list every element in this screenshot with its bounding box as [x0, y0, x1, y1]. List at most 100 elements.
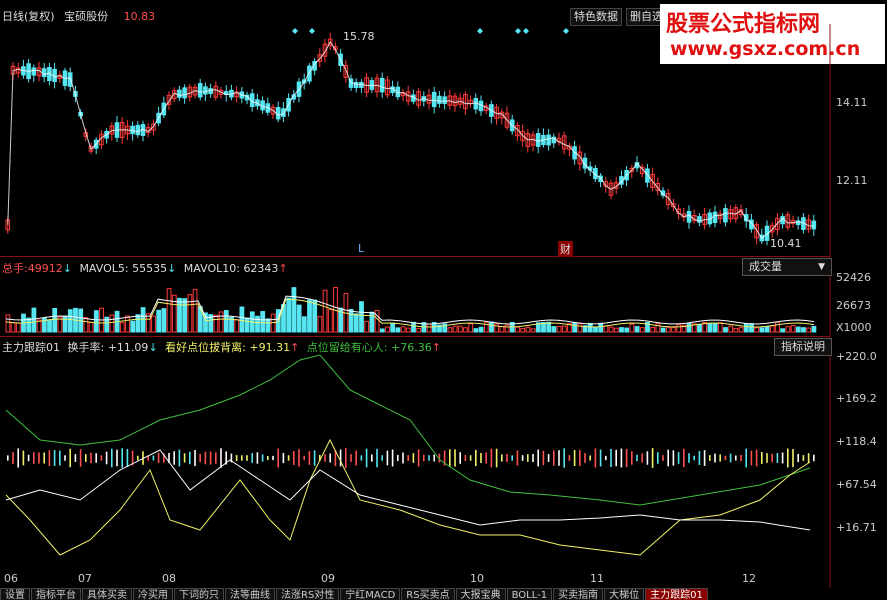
volume-bar — [754, 327, 760, 333]
volume-indicator-dropdown[interactable]: 成交量 ▼ — [742, 258, 832, 276]
mavol10-line — [5, 298, 815, 328]
indicator-tick-bar — [490, 448, 493, 468]
candle-body — [177, 89, 182, 98]
indicator-tick-bar — [215, 452, 217, 464]
volume-tick-1: 52426 — [836, 271, 871, 284]
volume-bar — [260, 311, 266, 333]
tab-rs-points[interactable]: RS买卖点 — [401, 588, 455, 600]
indicator-tick-bar — [402, 452, 404, 464]
volume-bar — [613, 327, 619, 333]
volume-bar — [707, 322, 713, 333]
tab-guide[interactable]: 买卖指南 — [553, 588, 604, 600]
candle-body — [379, 77, 385, 93]
indicator-tick-bar — [651, 448, 654, 468]
retention-label: 点位留给有心人: — [306, 341, 388, 354]
indicator-help-button[interactable]: 指标说明 — [774, 338, 832, 356]
indicator-tick-bar — [360, 455, 363, 461]
tab-trading[interactable]: 具体买卖 — [82, 588, 132, 600]
indicator-tick-bar — [121, 448, 123, 468]
indicator-tick-bar — [771, 453, 773, 463]
retention-line — [5, 354, 811, 506]
tab-boll[interactable]: BOLL-1 — [506, 588, 553, 600]
candle-body — [546, 134, 551, 146]
volume-bar — [530, 328, 536, 333]
volume-bar — [348, 308, 354, 333]
candle-body — [208, 88, 213, 95]
volume-bar — [390, 322, 396, 333]
indicator-tick-bar — [802, 455, 805, 461]
indicator-tick-bar — [251, 453, 253, 463]
indicator-tick-bar — [267, 455, 269, 461]
volume-bar — [10, 322, 16, 333]
volume-bar — [379, 328, 385, 333]
volume-bar — [135, 314, 141, 333]
indicator-tick-bar — [64, 455, 66, 461]
volume-bar — [416, 327, 422, 333]
indicator-tick-bar — [537, 449, 539, 467]
volume-bar — [374, 309, 380, 333]
indicator-tick-bar — [324, 454, 326, 462]
x-label-06: 06 — [4, 572, 18, 585]
volume-bar — [697, 323, 702, 333]
tab-rs[interactable]: 法涨RS对性 — [276, 588, 340, 600]
indicator-tick-bar — [485, 452, 487, 464]
indicator-tick-bar — [329, 453, 331, 463]
volume-bar — [88, 321, 94, 333]
tab-cold-buy[interactable]: 冷买用 — [133, 588, 173, 600]
indicator-tick-bar — [17, 448, 19, 468]
volume-bar — [218, 311, 224, 333]
indicator-tick-bar — [85, 454, 87, 462]
indicator-tick-bar — [688, 453, 690, 463]
indicator-tick-bar — [152, 455, 155, 461]
volume-bar — [156, 309, 162, 333]
tab-ladder[interactable]: 大梯位 — [604, 588, 645, 600]
volume-bar — [473, 328, 479, 333]
tab-report[interactable]: 大报宝典 — [455, 588, 506, 600]
volume-bar — [593, 326, 598, 333]
volume-bar — [624, 327, 630, 333]
indicator-tick-bar — [241, 455, 243, 461]
volume-bar — [93, 310, 99, 333]
indicator-tick-bar — [558, 450, 560, 466]
indicator-tick-bar — [464, 455, 467, 461]
volume-bar — [364, 320, 370, 333]
volume-bar — [478, 326, 484, 333]
indicator-tick-bar — [641, 453, 643, 463]
indicator-tick-bar — [724, 455, 727, 461]
volume-bar — [317, 316, 323, 333]
tab-word[interactable]: 下词的只 — [174, 588, 224, 600]
volume-bar — [385, 326, 390, 333]
indicator-tick-bar — [506, 454, 508, 462]
indicator-tick-bar — [308, 451, 311, 465]
volume-bar — [15, 322, 21, 333]
indicator-tick-bar — [657, 452, 659, 464]
volume-bar — [447, 327, 453, 333]
tab-curve[interactable]: 法等曲线 — [225, 588, 275, 600]
tab-main-tracking[interactable]: 主力跟踪01 — [645, 588, 708, 600]
volume-bar — [759, 327, 765, 333]
volume-bar — [598, 322, 604, 333]
volume-bar — [31, 307, 37, 333]
volume-bar — [291, 287, 297, 333]
bullish-label: 看好点位拔背离: — [165, 341, 246, 354]
tab-settings[interactable]: 设置 — [0, 588, 30, 600]
indicator-tick-bar — [527, 454, 529, 462]
indicator-tick-bar — [423, 454, 425, 462]
x-label-07: 07 — [78, 572, 92, 585]
indicator-tick-bar — [480, 453, 482, 463]
indicator-tick-bar — [48, 450, 51, 466]
volume-legend: 总手:49912↓ MAVOL5: 55535↓ MAVOL10: 62343↑ — [2, 260, 288, 276]
diamond-marker — [309, 28, 315, 34]
bullish-value: +91.31 — [249, 341, 291, 354]
indicator-tick-bar — [27, 454, 30, 462]
indicator-tick-bar — [33, 452, 35, 464]
indicator-tick-bar — [631, 451, 633, 465]
indicator-tab-bar: 设置 指标平台 具体买卖 冷买用 下词的只 法等曲线 法涨RS对性 宁红MACD RS买卖点 大报… — [0, 588, 887, 600]
indicator-tick-bar — [59, 450, 61, 466]
volume-bar — [494, 323, 500, 333]
mavol10-label: MAVOL10: — [183, 262, 240, 275]
tab-indicator-platform[interactable]: 指标平台 — [31, 588, 81, 600]
volume-bar — [286, 297, 292, 333]
tab-macd[interactable]: 宁红MACD — [340, 588, 401, 600]
volume-bar — [738, 327, 744, 333]
